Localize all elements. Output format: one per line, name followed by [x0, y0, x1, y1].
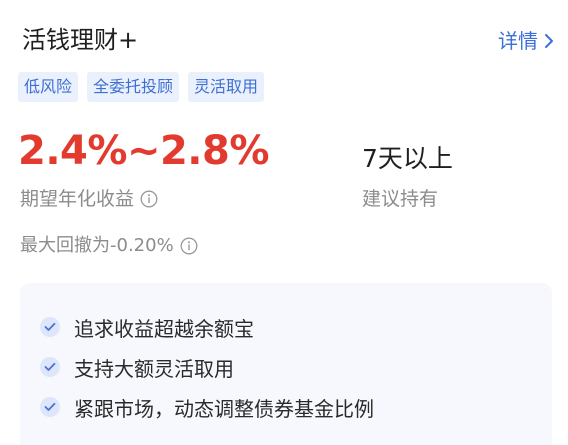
list-item: 支持大额灵活取用 — [20, 347, 552, 387]
tag-flexible: 灵活取用 — [188, 72, 265, 102]
feature-text: 追求收益超越余额宝 — [74, 316, 254, 341]
hold-period-label: 建议持有 — [362, 188, 439, 210]
list-item: 追求收益超越余额宝 — [20, 307, 552, 347]
detail-label: 详情 — [498, 29, 538, 53]
product-card[interactable]: 活钱理财+ 详情 低风险 全委托投顾 灵活取用 2.4%~2.8% 期望年化收益… — [0, 0, 568, 445]
max-drawdown-row: 最大回撤为-0.20% — [20, 233, 198, 259]
expected-rate-label: 期望年化收益 — [20, 188, 135, 210]
info-circle-icon[interactable] — [180, 237, 198, 255]
check-icon — [40, 317, 60, 337]
expected-rate-label-row: 期望年化收益 — [20, 186, 158, 212]
info-circle-icon[interactable] — [140, 190, 158, 208]
chevron-right-icon — [545, 34, 553, 48]
tag-list: 低风险 全委托投顾 灵活取用 — [18, 72, 265, 102]
feature-text: 紧跟市场，动态调整债券基金比例 — [74, 396, 374, 421]
expected-rate-value: 2.4%~2.8% — [18, 128, 269, 174]
product-title: 活钱理财+ — [22, 26, 139, 54]
hold-period-value: 7天以上 — [362, 144, 453, 173]
feature-list: 追求收益超越余额宝 支持大额灵活取用 紧跟市场，动态调整债券基金比例 — [20, 283, 552, 445]
detail-link[interactable]: 详情 — [498, 27, 554, 55]
tag-low-risk: 低风险 — [18, 72, 79, 102]
tag-advisory: 全委托投顾 — [87, 72, 180, 102]
check-icon — [40, 397, 60, 417]
check-icon — [40, 357, 60, 377]
feature-text: 支持大额灵活取用 — [74, 356, 234, 381]
max-drawdown-text: 最大回撤为-0.20% — [20, 235, 174, 256]
list-item: 紧跟市场，动态调整债券基金比例 — [20, 387, 552, 427]
